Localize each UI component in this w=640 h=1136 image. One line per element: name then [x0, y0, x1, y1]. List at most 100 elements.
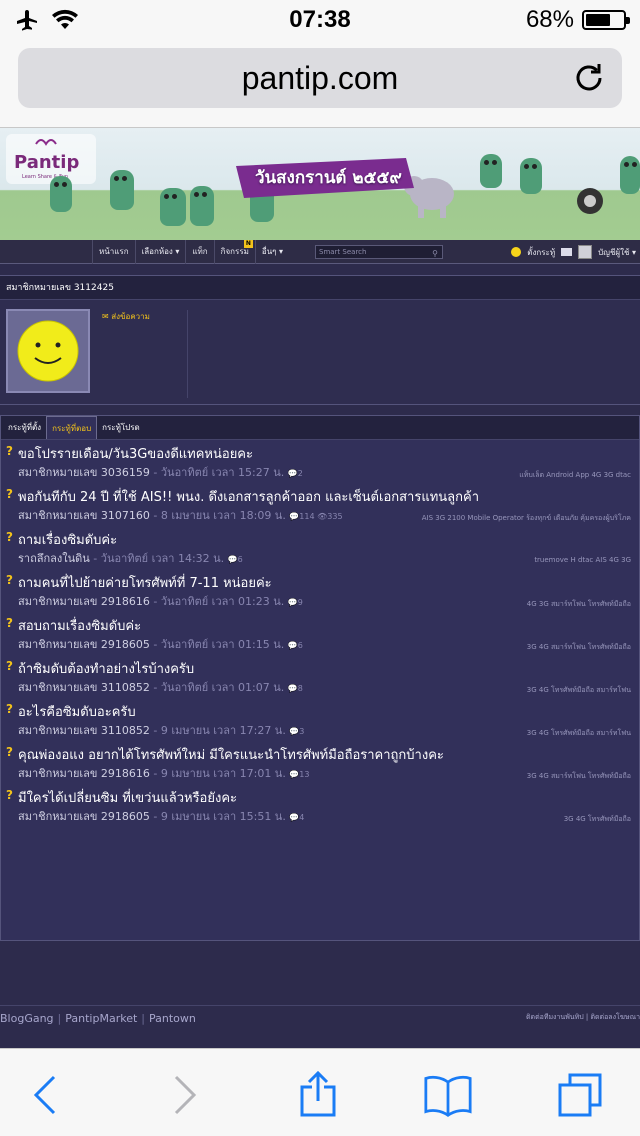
- topic-author[interactable]: สมาชิกหมายเลข 2918616: [18, 595, 150, 608]
- topic-tags[interactable]: truemove H dtac AIS 4G 3G: [534, 556, 631, 564]
- topic-author[interactable]: สมาชิกหมายเลข 3110852: [18, 681, 150, 694]
- battery-icon: [582, 10, 630, 30]
- new-badge: N: [243, 240, 253, 248]
- topic-title[interactable]: อะไรคือซิมดับอะครับ: [18, 701, 136, 722]
- mascot-figure: [160, 188, 186, 226]
- nav-activities[interactable]: กิจกรรม N: [213, 240, 255, 264]
- topic-title[interactable]: ถามเรื่องซิมดับค่ะ: [18, 529, 117, 550]
- url-text[interactable]: pantip.com: [18, 60, 622, 97]
- share-icon[interactable]: [294, 1071, 342, 1119]
- topic-row[interactable]: ? ถ้าซิมดับต้องทำอย่างไรบ้างครับ สมาชิกห…: [1, 658, 639, 701]
- mascot-figure: [620, 156, 640, 194]
- topic-stats: 💬3: [289, 727, 305, 736]
- topic-title[interactable]: สอบถามเรื่องซิมดับค่ะ: [18, 615, 141, 636]
- pantip-logo[interactable]: Pantip Learn Share & Fun: [6, 134, 96, 184]
- question-icon: ?: [6, 444, 13, 458]
- topic-row[interactable]: ? สอบถามเรื่องซิมดับค่ะ สมาชิกหมายเลข 29…: [1, 615, 639, 658]
- topic-author[interactable]: สมาชิกหมายเลข 3107160: [18, 509, 150, 522]
- topic-meta: สมาชิกหมายเลข 3110852 - 9 เมษายน เวลา 17…: [18, 721, 304, 739]
- question-icon: ?: [6, 616, 13, 630]
- mail-icon[interactable]: [561, 248, 573, 256]
- topic-tabs: กระทู้ที่ตั้ง กระทู้ที่ตอบ กระทู้โปรด: [1, 416, 639, 440]
- mascot-figure: [50, 176, 72, 212]
- user-avatar[interactable]: [578, 245, 593, 259]
- address-bar[interactable]: pantip.com: [18, 48, 622, 108]
- account-menu[interactable]: บัญชีผู้ใช้ ▾: [598, 246, 636, 259]
- svg-text:Pantip: Pantip: [14, 152, 79, 173]
- footer-separator: |: [57, 1012, 62, 1025]
- topic-time: - 9 เมษายน เวลา 17:27 น.: [149, 724, 286, 737]
- topic-title[interactable]: ขอโปรรายเดือน/วัน3Gของดีแทคหน่อยคะ: [18, 443, 253, 464]
- mascot-figure: [190, 186, 214, 226]
- topic-meta: สมาชิกหมายเลข 3110852 - วันอาทิตย์ เวลา …: [18, 678, 303, 696]
- footer-contact-links[interactable]: ติดต่อทีมงานพันทิป | ติดต่อลงโฆษณา: [526, 1012, 640, 1023]
- browser-chrome: pantip.com: [0, 40, 640, 128]
- topic-time: - วันอาทิตย์ เวลา 14:32 น.: [89, 552, 225, 565]
- topic-time: - 8 เมษายน เวลา 18:09 น.: [149, 509, 286, 522]
- tab-posted-topics[interactable]: กระทู้ที่ตั้ง: [3, 416, 46, 439]
- topic-author[interactable]: สมาชิกหมายเลข 2918605: [18, 638, 150, 651]
- tire-icon: [577, 188, 603, 214]
- question-icon: ?: [6, 702, 13, 716]
- mascot-figure: [480, 154, 502, 188]
- question-icon: ?: [6, 573, 13, 587]
- topic-tags[interactable]: 3G 4G โทรศัพท์มือถือ สมาร์ทโฟน: [527, 685, 631, 696]
- topic-tags[interactable]: 3G 4G โทรศัพท์มือถือ: [564, 814, 631, 825]
- tab-favorite-topics[interactable]: กระทู้โปรด: [97, 416, 145, 439]
- footer-link-pantipmarket[interactable]: PantipMarket: [65, 1012, 137, 1025]
- topic-title[interactable]: ถามคนที่ไปย้ายค่ายโทรศัพท์ที่ 7-11 หน่อย…: [18, 572, 272, 593]
- topic-title[interactable]: พอกันทีกับ 24 ปี ที่ใช้ AIS!! พนง. ดึงเอ…: [18, 486, 479, 507]
- topic-row[interactable]: ? ถามคนที่ไปย้ายค่ายโทรศัพท์ที่ 7-11 หน่…: [1, 572, 639, 615]
- smiley-icon: [511, 247, 522, 257]
- topic-tags[interactable]: 3G 4G โทรศัพท์มือถือ สมาร์ทโฟน: [527, 728, 631, 739]
- tabs-icon[interactable]: [556, 1071, 604, 1119]
- topic-time: - วันอาทิตย์ เวลา 01:23 น.: [149, 595, 285, 608]
- search-icon[interactable]: ⚲: [432, 248, 438, 260]
- topic-meta: สมาชิกหมายเลข 2918616 - วันอาทิตย์ เวลา …: [18, 592, 303, 610]
- topic-row[interactable]: ? ขอโปรรายเดือน/วัน3Gของดีแทคหน่อยคะ สมา…: [1, 443, 639, 486]
- topic-row[interactable]: ? พอกันทีกับ 24 ปี ที่ใช้ AIS!! พนง. ดึง…: [1, 486, 639, 529]
- back-icon[interactable]: [22, 1071, 70, 1119]
- nav-home[interactable]: หน้าแรก: [92, 240, 135, 264]
- topic-tags[interactable]: แท็บเล็ต Android App 4G 3G dtac: [519, 470, 631, 481]
- footer-separator: |: [141, 1012, 145, 1025]
- topic-row[interactable]: ? มีใครได้เปลี่ยนซิม ที่เขว่นแล้วหรือยัง…: [1, 787, 639, 830]
- bookmarks-icon[interactable]: [424, 1071, 472, 1119]
- topic-author[interactable]: สมาชิกหมายเลข 3110852: [18, 724, 150, 737]
- topic-title[interactable]: ถ้าซิมดับต้องทำอย่างไรบ้างครับ: [18, 658, 194, 679]
- nav-choose-room[interactable]: เลือกห้อง ▾: [134, 240, 186, 264]
- topic-title[interactable]: มีใครได้เปลี่ยนซิม ที่เขว่นแล้วหรือยังคะ: [18, 787, 237, 808]
- smart-search-input[interactable]: Smart Search ⚲: [315, 245, 443, 259]
- topic-author[interactable]: สมาชิกหมายเลข 2918616: [18, 767, 150, 780]
- member-title: สมาชิกหมายเลข 3112425: [0, 276, 640, 300]
- smiley-avatar-icon: [17, 320, 79, 382]
- topic-row[interactable]: ? ถามเรื่องซิมดับค่ะ ราถลึกลงในดิน - วัน…: [1, 529, 639, 572]
- topic-title[interactable]: คุณพ่องอแง อยากได้โทรศัพท์ใหม่ มีใครแนะน…: [18, 744, 444, 765]
- topic-meta: สมาชิกหมายเลข 2918605 - วันอาทิตย์ เวลา …: [18, 635, 303, 653]
- topic-author[interactable]: สมาชิกหมายเลข 2918605: [18, 810, 150, 823]
- topic-meta: สมาชิกหมายเลข 2918616 - 9 เมษายน เวลา 17…: [18, 764, 309, 782]
- forward-icon[interactable]: [160, 1071, 208, 1119]
- topic-tags[interactable]: 4G 3G สมาร์ทโฟน โทรศัพท์มือถือ: [527, 599, 631, 610]
- topic-time: - 9 เมษายน เวลา 15:51 น.: [149, 810, 286, 823]
- topic-row[interactable]: ? คุณพ่องอแง อยากได้โทรศัพท์ใหม่ มีใครแน…: [1, 744, 639, 787]
- nav-tags[interactable]: แท็ก: [185, 240, 213, 264]
- status-bar: 07:38 68%: [0, 0, 640, 40]
- topic-meta: สมาชิกหมายเลข 3107160 - 8 เมษายน เวลา 18…: [18, 506, 343, 524]
- footer-link-pantown[interactable]: Pantown: [149, 1012, 196, 1025]
- reload-icon[interactable]: [572, 61, 606, 95]
- topic-row[interactable]: ? อะไรคือซิมดับอะครับ สมาชิกหมายเลข 3110…: [1, 701, 639, 744]
- topic-author[interactable]: สมาชิกหมายเลข 3036159: [18, 466, 150, 479]
- topic-tags[interactable]: 3G 4G สมาร์ทโฟน โทรศัพท์มือถือ: [527, 771, 631, 782]
- topic-list: กระทู้ที่ตั้ง กระทู้ที่ตอบ กระทู้โปรด ? …: [0, 415, 640, 941]
- footer-link-bloggang[interactable]: BlogGang: [0, 1012, 54, 1025]
- topic-tags[interactable]: AIS 3G 2100 Mobile Operator ร้องทุกข์ เต…: [422, 513, 631, 524]
- tab-replied-topics[interactable]: กระทู้ที่ตอบ: [46, 416, 98, 439]
- member-avatar: [6, 309, 90, 393]
- nav-more[interactable]: อื่นๆ ▾: [254, 240, 289, 264]
- post-topic-link[interactable]: ตั้งกระทู้: [527, 246, 555, 259]
- topic-tags[interactable]: 3G 4G สมาร์ทโฟน โทรศัพท์มือถือ: [527, 642, 631, 653]
- send-message-link[interactable]: ✉ ส่งข้อความ: [102, 310, 150, 323]
- topic-author[interactable]: ราถลึกลงในดิน: [18, 552, 90, 565]
- topic-meta: ราถลึกลงในดิน - วันอาทิตย์ เวลา 14:32 น.…: [18, 549, 243, 567]
